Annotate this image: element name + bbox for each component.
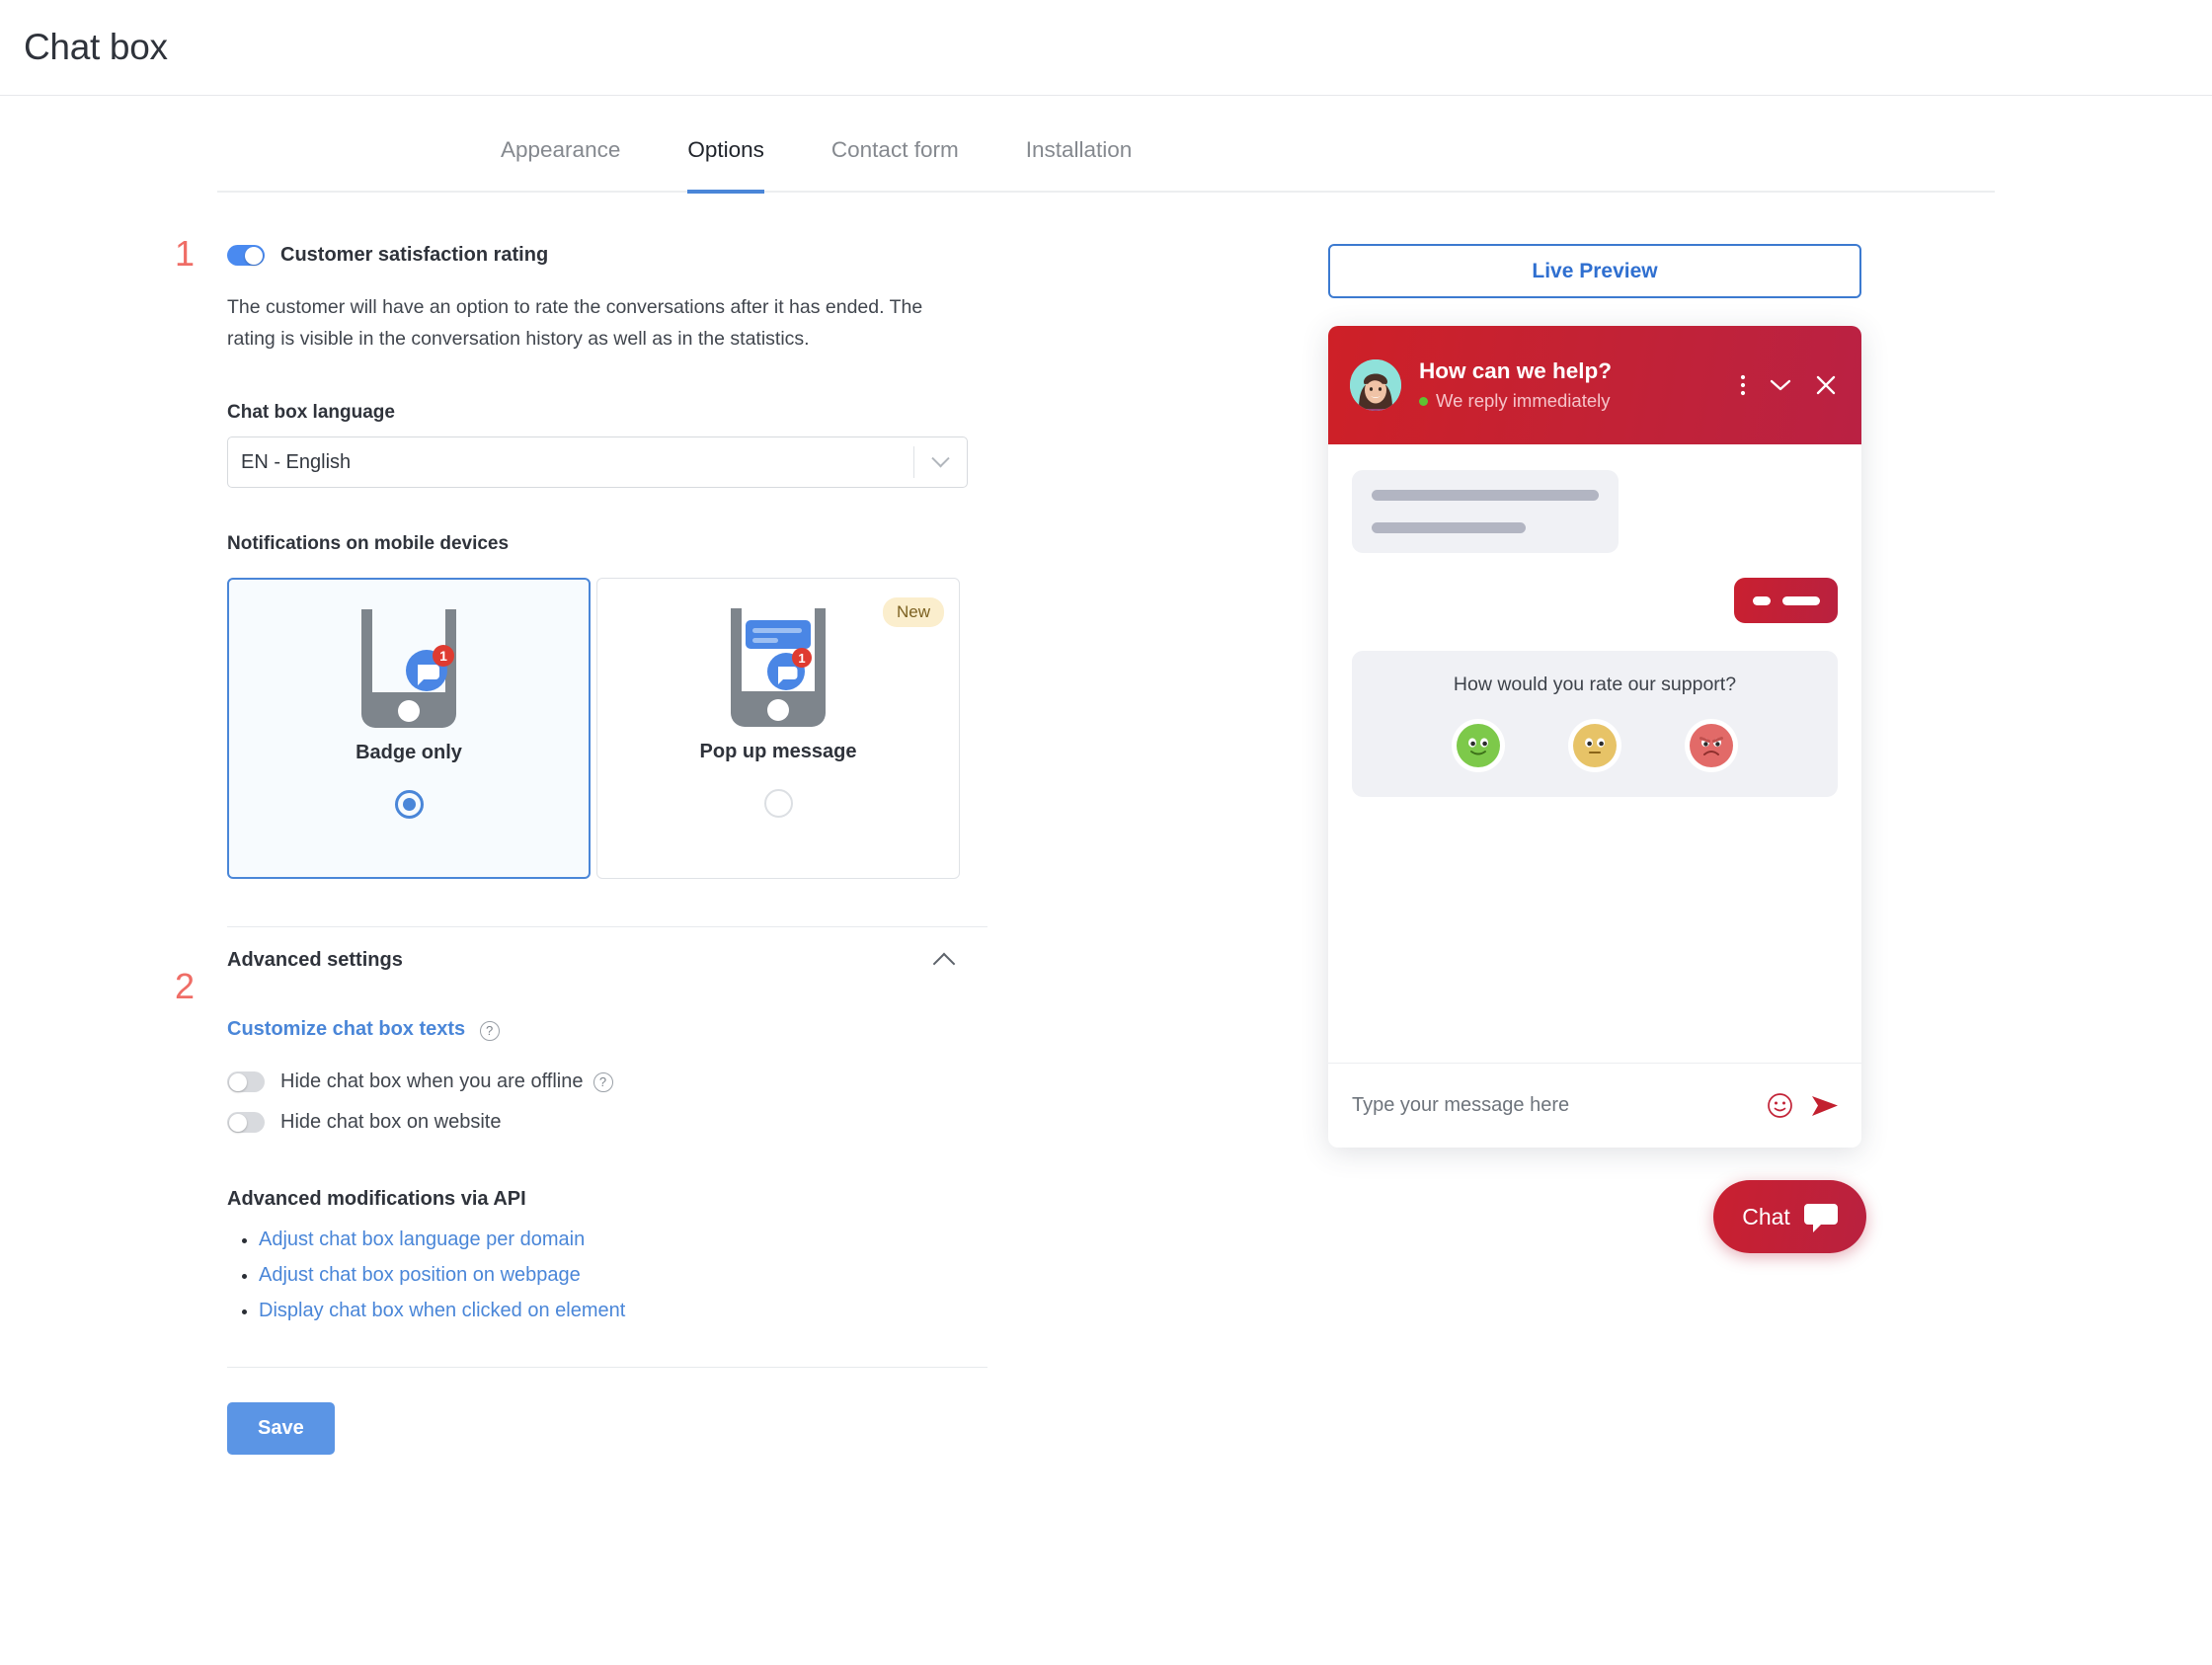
new-badge: New [882,597,944,627]
list-item: Display chat box when clicked on element [259,1300,988,1322]
composer-icons [1767,1092,1840,1119]
step-number-2: 2 [175,966,196,1006]
skeleton-line [1372,490,1599,501]
language-select[interactable]: EN - English [227,436,968,488]
tab-contact-form[interactable]: Contact form [831,137,959,194]
chat-widget-heading: How can we help? We reply immediately [1419,358,1740,412]
online-dot-icon [1419,396,1428,406]
chat-launcher-label: Chat [1742,1203,1790,1229]
svg-text:1: 1 [798,651,805,666]
language-field-label: Chat box language [227,402,395,423]
hide-offline-toggle[interactable] [227,1071,265,1092]
chat-widget-status-text: We reply immediately [1436,390,1611,411]
hide-website-row: Hide chat box on website [227,1111,988,1134]
page-title: Chat box [24,27,168,67]
save-button[interactable]: Save [227,1402,335,1455]
toggle-knob [245,246,263,265]
chat-widget-header: How can we help? We reply immediately [1328,326,1861,444]
hide-website-label: Hide chat box on website [280,1111,502,1133]
page-content: 1 Customer satisfaction rating The custo… [0,193,2212,1455]
chat-widget-preview: How can we help? We reply immediately Ho… [1328,326,1861,1148]
send-icon[interactable] [1810,1093,1840,1119]
hide-website-toggle[interactable] [227,1112,265,1133]
phone-popup-icon: 1 [731,608,826,727]
skeleton-line [1781,595,1820,605]
section-divider [227,926,988,927]
customize-chat-box-texts-link[interactable]: Customize chat box texts [227,1018,465,1040]
chat-widget-actions [1740,373,1842,397]
outgoing-message-placeholder [1734,578,1838,623]
help-icon[interactable]: ? [592,1071,613,1092]
skeleton-line [1372,522,1527,533]
notification-radio-badge-only[interactable] [394,790,424,819]
close-icon[interactable] [1815,374,1837,396]
rating-question: How would you rate our support? [1453,674,1737,695]
phone-popup-illustration: 1 [725,600,831,731]
api-link-display-on-click[interactable]: Display chat box when clicked on element [259,1300,625,1321]
csat-label: Customer satisfaction rating [280,244,549,266]
step-number-1: 1 [175,233,196,274]
advanced-settings-header[interactable]: Advanced settings [227,949,968,975]
toggle-knob [229,1072,247,1091]
chat-widget-title: How can we help? [1419,358,1613,383]
notification-options: 1 Badge only New 1 Pop up message [227,578,988,879]
chat-widget-body: How would you rate our support? [1328,444,1861,1063]
customize-texts-row: Customize chat box texts ? [227,1018,988,1041]
app-header: Chat box [0,0,2212,96]
tab-bar: Appearance Options Contact form Installa… [217,137,1995,194]
emoji-icon[interactable] [1767,1092,1793,1119]
hide-offline-row: Hide chat box when you are offline ? [227,1070,988,1093]
rating-neutral-icon[interactable] [1573,724,1617,767]
incoming-message-placeholder [1352,470,1619,553]
list-item: Adjust chat box language per domain [259,1229,988,1251]
chat-launcher-button[interactable]: Chat [1713,1180,1866,1253]
skeleton-line [1752,595,1771,605]
help-icon[interactable]: ? [479,1020,500,1041]
minimize-chevron-down-icon[interactable] [1769,377,1792,393]
notification-option-badge-only[interactable]: 1 Badge only [227,578,591,879]
preview-column: Live Preview How can we help? We reply i… [1328,244,1866,1455]
notification-option-title: Badge only [356,742,462,763]
chat-widget-footer [1328,1063,1861,1148]
rating-faces [1352,724,1838,767]
chevron-up-icon [932,952,956,975]
footer-divider [227,1367,988,1368]
tab-installation[interactable]: Installation [1026,137,1133,194]
rating-happy-icon[interactable] [1457,724,1500,767]
list-item: Adjust chat box position on webpage [259,1264,988,1287]
api-links-list: Adjust chat box language per domain Adju… [227,1229,988,1322]
tab-options[interactable]: Options [687,137,764,194]
live-preview-button[interactable]: Live Preview [1328,244,1861,298]
api-link-language-per-domain[interactable]: Adjust chat box language per domain [259,1229,585,1250]
language-select-value: EN - English [241,450,352,473]
message-input[interactable] [1352,1094,1767,1117]
chevron-down-icon [914,448,967,469]
more-options-icon[interactable] [1740,373,1746,397]
rating-card: How would you rate our support? [1352,651,1838,797]
tab-appearance[interactable]: Appearance [501,137,620,194]
api-link-position-on-webpage[interactable]: Adjust chat box position on webpage [259,1264,581,1286]
rating-sad-icon[interactable] [1690,724,1733,767]
svg-text:1: 1 [439,648,447,664]
notification-option-popup[interactable]: New 1 Pop up message [596,578,960,879]
csat-toggle-row: Customer satisfaction rating [227,244,988,267]
notification-option-title: Pop up message [699,741,857,762]
api-section-title: Advanced modifications via API [227,1188,526,1210]
hide-offline-label: Hide chat box when you are offline [280,1070,584,1092]
avatar [1350,359,1401,411]
toggle-knob [229,1113,247,1132]
chat-widget-status: We reply immediately [1419,390,1740,412]
advanced-settings-title: Advanced settings [227,949,403,971]
settings-column: 1 Customer satisfaction rating The custo… [175,236,988,1455]
phone-badge-illustration: 1 [356,601,462,732]
phone-badge-icon: 1 [361,609,456,728]
csat-toggle[interactable] [227,245,265,266]
notifications-section-label: Notifications on mobile devices [227,533,510,554]
tab-bar-container: Appearance Options Contact form Installa… [0,96,2212,194]
notification-radio-popup[interactable] [763,789,793,818]
chat-bubble-icon [1803,1203,1838,1232]
csat-description: The customer will have an option to rate… [227,296,923,350]
